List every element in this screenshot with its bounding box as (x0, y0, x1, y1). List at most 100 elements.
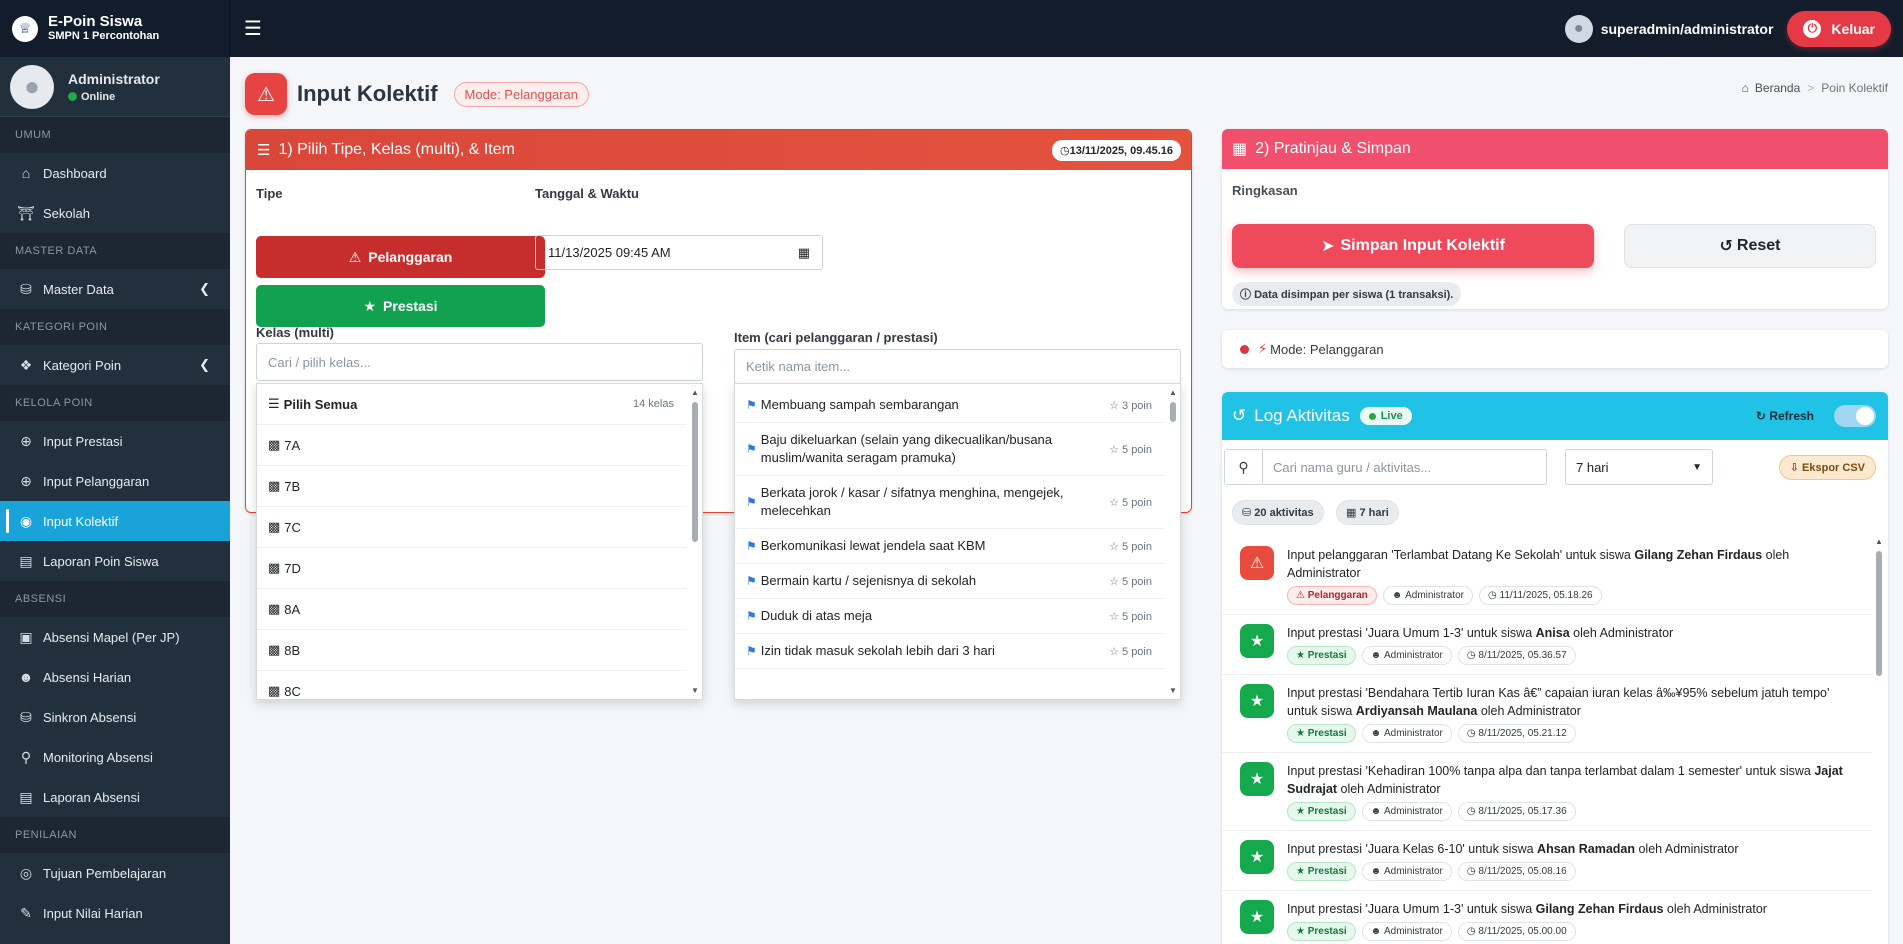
sidebar-item-input-prestasi[interactable]: ⊕ Input Prestasi (0, 421, 230, 461)
breadcrumb-home[interactable]: Beranda (1755, 81, 1800, 95)
info-icon: ⓘ (1240, 289, 1255, 301)
chevron-left-icon: ❮ (199, 357, 210, 372)
item-option[interactable]: ⚑ Duduk di atas meja ☆ 5 poin (735, 599, 1164, 634)
refresh-button[interactable]: ↻ Refresh (1756, 409, 1814, 423)
menu-toggle-icon[interactable]: ☰ (244, 16, 262, 41)
time-badge: ◷ 8/11/2025, 05.17.36 (1457, 802, 1576, 821)
item-option-points: ☆ 5 poin (1109, 575, 1152, 588)
sidebar-item-tujuan-pembelajaran[interactable]: ◎ Tujuan Pembelajaran (0, 853, 230, 893)
kelas-option[interactable]: ▩ 8A (257, 589, 686, 630)
download-icon: ⇩ (1789, 462, 1803, 474)
class-icon: ▩ (268, 601, 281, 616)
export-csv-button[interactable]: ⇩ Ekspor CSV (1778, 455, 1876, 480)
activity-log-header: ↺ Log Aktivitas Live ↻ Refresh (1222, 392, 1888, 440)
sidebar-item-input-pelanggaran[interactable]: ⊕ Input Pelanggaran (0, 461, 230, 501)
mode-indicator: ⚡ Mode: Pelanggaran (1222, 330, 1888, 368)
sidebar-item-dashboard[interactable]: ⌂ Dashboard (0, 153, 230, 193)
sidebar-item-master-data[interactable]: ⛁ Master Data ❮ (0, 269, 230, 309)
class-icon: ▩ (268, 683, 281, 698)
log-entry-text: Input pelanggaran 'Terlambat Datang Ke S… (1287, 548, 1790, 580)
range-select[interactable]: 7 hari ▼ (1565, 449, 1713, 485)
kelas-scrollbar[interactable]: ▲ ▼ (690, 388, 700, 695)
sidebar-item-kategori-poin[interactable]: ❖ Kategori Poin ❮ (0, 345, 230, 385)
trophy-icon: ★ (1240, 624, 1274, 658)
kelas-search-input[interactable]: Cari / pilih kelas... (256, 343, 703, 381)
kelas-option[interactable]: ▩ 7B (257, 466, 686, 507)
target-icon: ◎ (19, 864, 33, 881)
sidebar-item-monitoring-absensi[interactable]: ⚲ Monitoring Absensi (0, 737, 230, 777)
clipboard-icon: ▤ (19, 788, 33, 805)
item-option-points: ☆ 3 poin (1109, 399, 1152, 412)
log-entry: ★ Input prestasi 'Juara Umum 1-3' untuk s… (1222, 615, 1872, 675)
trophy-icon: ★ (363, 297, 377, 314)
save-button[interactable]: ➤ Simpan Input Kolektif (1232, 224, 1594, 268)
chalkboard-icon: ▣ (19, 628, 33, 645)
item-scrollbar[interactable]: ▲ ▼ (1168, 388, 1178, 695)
sidebar-item-laporan-poin[interactable]: ▤ Laporan Poin Siswa (0, 541, 230, 581)
home-icon: ⌂ (21, 165, 31, 181)
item-option[interactable]: ⚑ Berkata jorok / kasar / sifatnya menghi… (735, 476, 1164, 529)
auto-refresh-toggle[interactable] (1834, 405, 1876, 427)
item-option[interactable]: ⚑ Bermain kartu / sejenisnya di sekolah ☆ … (735, 564, 1164, 599)
item-option[interactable]: ⚑ Baju dikeluarkan (selain yang dikecuali… (735, 423, 1164, 476)
item-search-input[interactable]: Ketik nama item... (734, 349, 1181, 384)
sidebar-item-laporan-absensi[interactable]: ▤ Laporan Absensi (0, 777, 230, 817)
datetime-input[interactable]: 11/13/2025 09:45 AM ▦ (535, 235, 823, 270)
logout-button[interactable]: ⏻ Keluar (1787, 10, 1891, 47)
type-badge: ★ Prestasi (1287, 922, 1356, 941)
activity-log-card: ↺ Log Aktivitas Live ↻ Refresh ⚲ Cari na… (1222, 392, 1888, 944)
kelas-option[interactable]: ▩ 8B (257, 630, 686, 671)
kelas-option[interactable]: ▩ 7D (257, 548, 686, 589)
school-icon: ⛩ (17, 204, 35, 221)
range-chip: ▦ 7 hari (1336, 500, 1399, 525)
log-search-input[interactable]: Cari nama guru / aktivitas... (1263, 460, 1431, 475)
calendar-icon[interactable]: ▦ (798, 245, 810, 261)
chevron-down-icon: ▼ (1692, 461, 1702, 473)
item-option[interactable]: ⚑ Membuang sampah sembarangan ☆ 3 poin (735, 388, 1164, 423)
log-scrollbar[interactable]: ▲ (1874, 537, 1884, 937)
reset-button[interactable]: ↺ Reset (1624, 224, 1876, 268)
prestasi-button[interactable]: ★ Prestasi (256, 285, 545, 327)
user-check-icon: ☻ (18, 669, 34, 685)
item-option-points: ☆ 5 poin (1109, 610, 1152, 623)
tag-icon: ⚑ (746, 442, 757, 456)
section-kelola: KELOLA POIN (0, 385, 230, 421)
log-search[interactable]: ⚲ Cari nama guru / aktivitas... (1224, 449, 1547, 485)
sidebar-item-absensi-harian[interactable]: ☻ Absensi Harian (0, 657, 230, 697)
user-name[interactable]: superadmin/administrator (1601, 21, 1774, 37)
kelas-option[interactable]: ▩ 7C (257, 507, 686, 548)
brand[interactable]: ♕ E-Poin Siswa SMPN 1 Percontohan (0, 0, 230, 57)
top-navbar: ♕ E-Poin Siswa SMPN 1 Percontohan ☰ ● su… (0, 0, 1903, 57)
item-option[interactable]: ⚑ Berkomunikasi lewat jendela saat KBM ☆ 5… (735, 529, 1164, 564)
file-icon: ▤ (19, 552, 33, 569)
app-title: E-Poin Siswa (48, 13, 143, 30)
live-badge: Live (1359, 407, 1412, 425)
school-logo-icon: ♕ (12, 15, 38, 42)
type-badge: ★ Prestasi (1287, 802, 1356, 821)
sidebar-item-input-kolektif[interactable]: ◉ Input Kolektif (0, 501, 230, 541)
timestamp-badge: ◷13/11/2025, 09.45.16 (1052, 139, 1181, 161)
tag-icon: ⚑ (746, 609, 757, 623)
plus-circle-icon: ⊕ (20, 432, 32, 449)
page-header: ⚠ Input Kolektif Mode: Pelanggaran (245, 73, 590, 115)
item-option-points: ☆ 5 poin (1109, 443, 1152, 456)
time-badge: ◷ 8/11/2025, 05.21.12 (1457, 724, 1576, 743)
sidebar-item-sekolah[interactable]: ⛩ Sekolah (0, 193, 230, 233)
sidebar-item-input-nilai-harian[interactable]: ✎ Input Nilai Harian (0, 893, 230, 933)
avatar[interactable]: ● (1564, 14, 1593, 43)
kelas-option[interactable]: ▩ 8C (257, 671, 686, 699)
sidebar-item-absensi-mapel[interactable]: ▣ Absensi Mapel (Per JP) (0, 617, 230, 657)
tipe-label: Tipe (256, 186, 283, 201)
log-entry-text: Input prestasi 'Juara Kelas 6-10' untuk … (1287, 842, 1739, 856)
kelas-option[interactable]: ▩ 7A (257, 425, 686, 466)
power-icon: ⏻ (1803, 19, 1822, 38)
item-option[interactable]: ⚑ Izin tidak masuk sekolah lebih dari 3 h… (735, 634, 1164, 669)
time-badge: ◷ 8/11/2025, 05.08.16 (1457, 862, 1576, 881)
pelanggaran-button[interactable]: ⚠ Pelanggaran (256, 236, 545, 278)
activity-log-title: Log Aktivitas (1254, 406, 1350, 425)
bolt-icon: ⚡ (1258, 341, 1268, 356)
sidebar-item-sinkron-absensi[interactable]: ⛁ Sinkron Absensi (0, 697, 230, 737)
select-all-option[interactable]: ☰ Pilih Semua 14 kelas (257, 384, 686, 425)
send-icon: ➤ (1321, 238, 1335, 255)
chevron-left-icon: ❮ (199, 281, 210, 296)
